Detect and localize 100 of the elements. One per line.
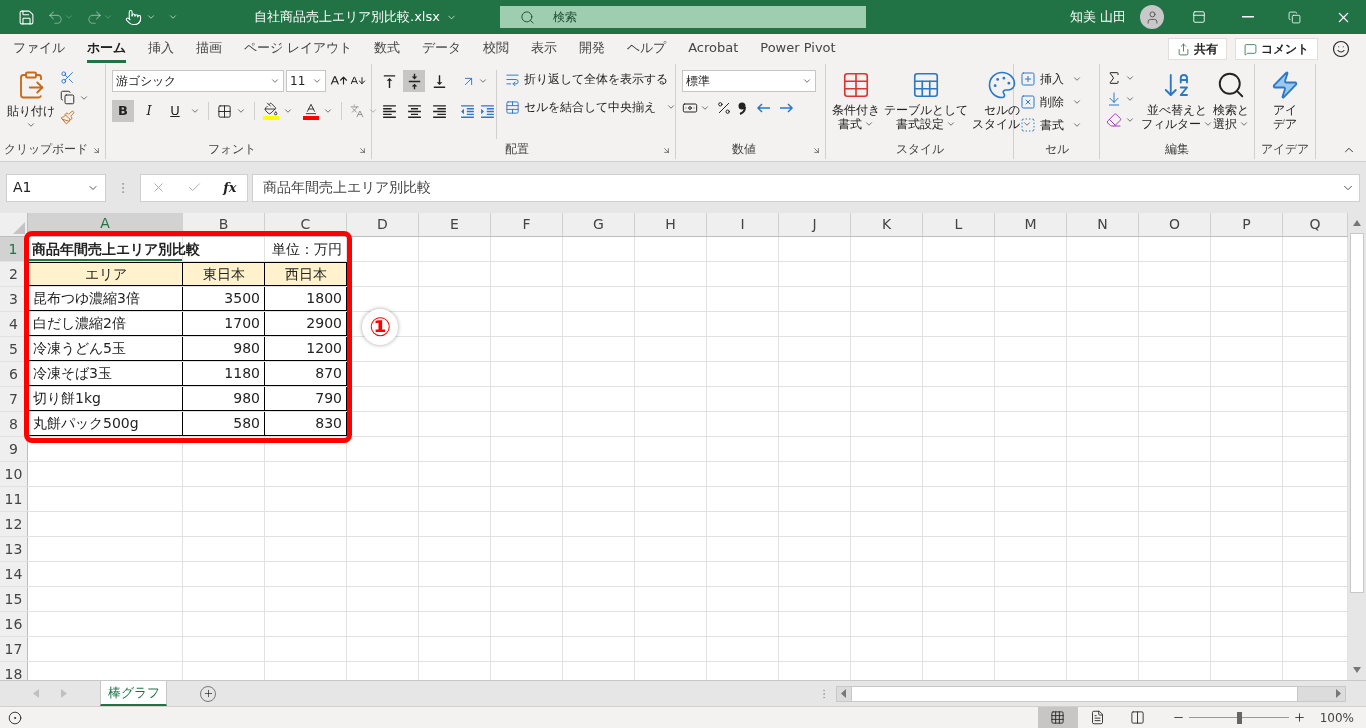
file-name[interactable]: 自社商品売上エリア別比較.xlsx xyxy=(240,7,500,27)
caret-icon xyxy=(1203,119,1213,129)
column-header[interactable]: J xyxy=(779,213,851,236)
editing-button[interactable]: 並べ替えと フィルター xyxy=(1141,70,1213,139)
row-header[interactable]: 9 xyxy=(0,437,28,461)
percent-button[interactable] xyxy=(716,100,732,116)
ribbon-tab[interactable]: 校閲 xyxy=(472,34,521,64)
row-header[interactable]: 14 xyxy=(0,562,28,586)
ribbon-tab[interactable]: データ xyxy=(411,34,473,64)
name-box[interactable]: A1 xyxy=(6,173,106,202)
row-header[interactable]: 11 xyxy=(0,487,28,511)
row-header[interactable]: 13 xyxy=(0,537,28,561)
search-field[interactable]: 検索 xyxy=(500,6,866,28)
zoom-slider-thumb[interactable] xyxy=(1236,711,1242,724)
currency-button[interactable] xyxy=(682,100,710,116)
clear-button[interactable] xyxy=(1106,112,1135,128)
dialog-launcher[interactable] xyxy=(662,146,671,155)
column-header[interactable]: F xyxy=(491,213,563,236)
column-header[interactable]: I xyxy=(707,213,779,236)
horizontal-scrollbar[interactable] xyxy=(836,685,1346,702)
comment-button[interactable]: コメント xyxy=(1235,38,1318,60)
zoom-level[interactable]: 100% xyxy=(1319,708,1354,727)
sheet-tab[interactable]: 棒グラフ xyxy=(100,681,167,706)
copy-button[interactable] xyxy=(60,90,89,105)
font-name-field[interactable]: 游ゴシック xyxy=(112,70,284,92)
ribbon-tab[interactable]: Acrobat xyxy=(677,34,750,64)
ribbon-tab[interactable]: 数式 xyxy=(363,34,412,64)
ribbon-tab[interactable]: 描画 xyxy=(185,34,233,64)
font-style-button[interactable]: U xyxy=(164,100,186,122)
wrap-text-button[interactable]: 折り返して全体を表示する xyxy=(505,70,676,88)
restore-button[interactable] xyxy=(1288,10,1301,24)
dialog-launcher[interactable] xyxy=(358,146,367,155)
increase-indent-button[interactable] xyxy=(479,102,496,120)
style-button[interactable]: 条件付き 書式 xyxy=(832,70,880,131)
column-header[interactable]: M xyxy=(995,213,1067,236)
ribbon-tab[interactable]: Power Pivot xyxy=(749,34,847,64)
column-header[interactable]: E xyxy=(419,213,491,236)
ribbon-tab[interactable]: 表示 xyxy=(520,34,569,64)
cell-command-button[interactable]: 書式 xyxy=(1020,116,1082,134)
save-icon xyxy=(18,8,35,26)
row-header[interactable]: 15 xyxy=(0,587,28,611)
ribbon-display-button[interactable] xyxy=(1190,10,1208,24)
ribbon-tab[interactable]: 開発 xyxy=(568,34,617,64)
ribbon-tab[interactable]: 挿入 xyxy=(137,34,185,64)
ribbon-tab[interactable]: ページ レイアウト xyxy=(233,34,364,64)
merge-center-button[interactable]: セルを結合して中央揃え xyxy=(505,98,676,116)
dialog-launcher[interactable] xyxy=(92,146,101,155)
column-header[interactable]: B xyxy=(183,213,265,236)
row-header[interactable]: 17 xyxy=(0,637,28,661)
column-header[interactable]: G xyxy=(563,213,635,236)
column-header[interactable]: H xyxy=(635,213,707,236)
align-icon xyxy=(405,102,423,120)
ribbon-tab[interactable]: ホーム xyxy=(76,34,137,64)
increase-decimal-button[interactable] xyxy=(756,101,772,115)
row-header[interactable]: 18 xyxy=(0,662,28,680)
font-style-button[interactable]: B xyxy=(112,100,134,122)
customize-button[interactable] xyxy=(168,12,178,22)
paste-button[interactable]: 貼り付け xyxy=(6,70,56,139)
decrease-decimal-button[interactable] xyxy=(778,101,794,115)
column-header[interactable]: N xyxy=(1067,213,1139,236)
zoom-slider[interactable] xyxy=(1188,711,1289,724)
column-header[interactable]: C xyxy=(265,213,347,236)
decrease-indent-button[interactable] xyxy=(459,102,476,120)
column-header[interactable]: L xyxy=(923,213,995,236)
row-header[interactable]: 16 xyxy=(0,612,28,636)
editing-button[interactable]: 検索と 選択 xyxy=(1213,70,1249,139)
fill-color-button[interactable] xyxy=(263,102,293,120)
cell-command-button[interactable]: 削除 xyxy=(1020,93,1082,111)
save-button[interactable] xyxy=(18,8,35,26)
formula-field[interactable]: 商品年間売上エリア別比較 xyxy=(252,173,1360,202)
row-header[interactable]: 12 xyxy=(0,512,28,536)
column-header[interactable]: P xyxy=(1211,213,1283,236)
font-style-button[interactable]: I xyxy=(138,100,160,122)
touch-mode-button[interactable] xyxy=(125,8,156,26)
vertical-scrollbar[interactable] xyxy=(1348,213,1366,680)
normal-view-button[interactable] xyxy=(1037,706,1078,728)
table-format-icon xyxy=(911,70,941,100)
insert-function-button[interactable]: fx xyxy=(223,177,237,198)
font-size-field[interactable]: 11 xyxy=(286,70,326,92)
ribbon-tab[interactable]: ヘルプ xyxy=(616,34,678,64)
vertical-align-button[interactable] xyxy=(403,70,425,92)
borders-button[interactable] xyxy=(217,103,246,119)
zoom-in-button[interactable] xyxy=(1292,711,1306,724)
avatar[interactable] xyxy=(1140,5,1164,29)
ideas-button[interactable]: アイ デア xyxy=(1261,70,1309,139)
feedback-button[interactable] xyxy=(1332,40,1350,58)
font-color-button[interactable] xyxy=(303,102,333,120)
column-header[interactable]: O xyxy=(1139,213,1211,236)
row-header[interactable]: 10 xyxy=(0,462,28,486)
comma-button[interactable] xyxy=(738,101,746,115)
column-header[interactable]: D xyxy=(347,213,419,236)
cell-command-button[interactable]: 挿入 xyxy=(1020,70,1082,88)
autosum-button[interactable] xyxy=(1106,70,1135,86)
column-header[interactable]: K xyxy=(851,213,923,236)
dialog-launcher[interactable] xyxy=(812,146,821,155)
ribbon-tab[interactable]: ファイル xyxy=(2,34,76,64)
number-format-field[interactable]: 標準 xyxy=(682,70,816,92)
share-button[interactable]: 共有 xyxy=(1168,38,1227,60)
macro-record-button[interactable] xyxy=(8,710,22,725)
style-button[interactable]: テーブルとして 書式設定 xyxy=(884,70,968,131)
